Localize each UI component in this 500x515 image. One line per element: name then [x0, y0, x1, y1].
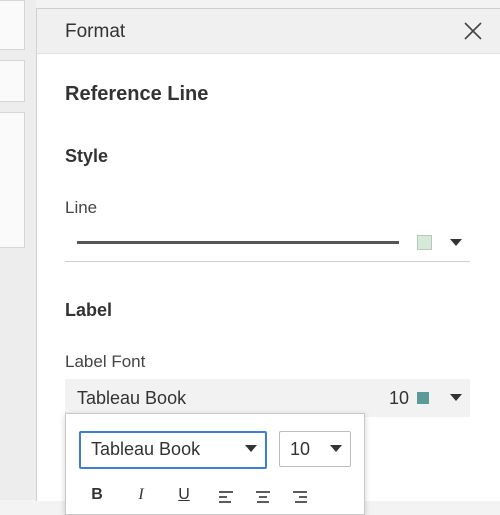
line-label: Line: [65, 198, 98, 217]
line-style-dropdown[interactable]: [65, 227, 470, 262]
label-font-dropdown[interactable]: Tableau Book 10: [65, 379, 470, 417]
align-center-icon[interactable]: [253, 490, 277, 510]
align-right-icon[interactable]: [290, 490, 314, 510]
left-background: [0, 0, 36, 500]
font-size-value: 10: [290, 439, 311, 459]
label-font-label: Label Font: [65, 352, 146, 371]
panel-title: Format: [65, 21, 126, 42]
font-family-select[interactable]: Tableau Book: [79, 431, 267, 469]
label-font-size: 10: [389, 388, 410, 408]
align-left-icon[interactable]: [216, 490, 240, 510]
line-sample: [77, 241, 399, 244]
label-section-title: Label: [65, 300, 113, 320]
left-panel-box: [0, 60, 25, 102]
chevron-down-icon: [450, 239, 462, 246]
font-family-value: Tableau Book: [91, 439, 201, 459]
italic-button[interactable]: I: [129, 486, 153, 506]
chevron-down-icon: [450, 394, 462, 401]
reference-line-heading: Reference Line: [65, 83, 209, 105]
line-color-swatch: [417, 235, 432, 250]
style-section-title: Style: [65, 146, 109, 166]
bold-button[interactable]: B: [85, 486, 109, 506]
chevron-down-icon: [245, 445, 257, 452]
panel-header: Format: [37, 9, 500, 54]
left-panel-box: [0, 0, 25, 50]
chevron-down-icon: [330, 445, 342, 452]
left-panel-box: [0, 112, 25, 248]
label-font-name: Tableau Book: [77, 388, 187, 408]
font-size-select[interactable]: 10: [279, 431, 351, 467]
label-font-color-swatch: [417, 392, 429, 404]
underline-button[interactable]: U: [172, 486, 196, 506]
close-icon[interactable]: [461, 19, 485, 43]
